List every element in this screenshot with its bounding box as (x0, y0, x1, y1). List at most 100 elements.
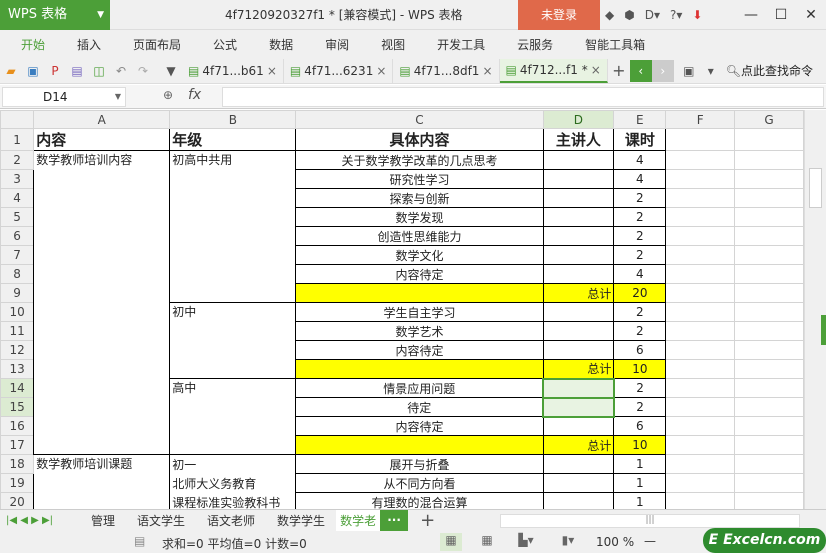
cell-G20[interactable] (734, 492, 804, 509)
cell-G16[interactable] (734, 416, 804, 436)
close-icon[interactable]: × (376, 64, 386, 78)
clipboard-icon[interactable]: ▤ (134, 534, 145, 548)
cell-C11[interactable]: 数学艺术 (295, 321, 544, 341)
merged-cell-B2[interactable]: 初高中共用 (169, 150, 297, 303)
row-header[interactable]: 11 (0, 321, 35, 341)
menu-tab-6[interactable]: 视图 (360, 36, 416, 53)
cell-D3[interactable] (542, 169, 615, 189)
sheet-tab[interactable]: 语文学生 (126, 510, 196, 532)
cell-C20[interactable]: 有理数的混合运算 (295, 492, 544, 509)
cell-D12[interactable] (542, 340, 615, 360)
cell-E6[interactable]: 2 (613, 226, 667, 246)
row-header[interactable]: 8 (0, 264, 35, 284)
sheet-nav-arrows[interactable]: |◀ ◀ ▶ ▶| (0, 515, 80, 526)
row-header[interactable]: 4 (0, 188, 35, 208)
cell-E4[interactable]: 2 (613, 188, 667, 208)
sheet-tab[interactable]: 数学老 (336, 509, 381, 532)
sheet-tab[interactable]: 语文老师 (196, 510, 266, 532)
cell-F7[interactable] (665, 245, 736, 265)
cell-D16[interactable] (542, 416, 615, 436)
row-header[interactable]: 17 (0, 435, 35, 455)
row-header[interactable]: 3 (0, 169, 35, 189)
horizontal-scrollbar[interactable]: ||| (500, 514, 800, 528)
cell-C8[interactable]: 内容待定 (295, 264, 544, 284)
row-header[interactable]: 12 (0, 340, 35, 360)
row-header[interactable]: 1 (0, 128, 35, 151)
cell-D6[interactable] (542, 226, 615, 246)
cell-F18[interactable] (665, 454, 736, 474)
settings-icon[interactable]: ⬢ (624, 8, 634, 22)
fx-icon[interactable]: fx (188, 87, 201, 103)
menu-tab-8[interactable]: 云服务 (496, 36, 564, 53)
redo-icon[interactable]: ↷ (132, 64, 154, 78)
row-header[interactable]: 2 (0, 150, 35, 170)
cell-F8[interactable] (665, 264, 736, 284)
menu-tab-5[interactable]: 审阅 (304, 36, 360, 53)
cell-E20[interactable]: 1 (613, 492, 667, 509)
cell[interactable] (734, 128, 804, 151)
cell-E17[interactable]: 10 (613, 435, 667, 455)
menu-tab-3[interactable]: 公式 (192, 36, 248, 53)
cell-C17[interactable] (295, 435, 544, 455)
cell-F2[interactable] (665, 150, 736, 170)
cell-E3[interactable]: 4 (613, 169, 667, 189)
cell-G14[interactable] (734, 378, 804, 398)
cell-G3[interactable] (734, 169, 804, 189)
header-cell-A[interactable]: 内容 (33, 128, 171, 151)
next-tab-button[interactable]: › (651, 59, 674, 82)
cell-G8[interactable] (734, 264, 804, 284)
column-header-D[interactable]: D (542, 110, 615, 129)
cell-C9[interactable] (295, 283, 544, 303)
row-header[interactable]: 15 (0, 397, 35, 417)
row-header[interactable]: 20 (0, 492, 35, 509)
normal-view-icon[interactable]: ▦ (440, 533, 462, 551)
more-sheets-button[interactable]: ··· (380, 509, 409, 532)
cell-E9[interactable]: 20 (613, 283, 667, 303)
cell-F20[interactable] (665, 492, 736, 509)
cell-E8[interactable]: 4 (613, 264, 667, 284)
cell-D2[interactable] (542, 150, 615, 170)
page-break-view-icon[interactable]: ▦ (476, 533, 498, 551)
cell-D9[interactable]: 总计 (542, 283, 615, 303)
document-tab[interactable]: ▤ 4f71...8df1 × (393, 58, 500, 83)
vertical-scrollbar[interactable] (804, 110, 826, 509)
cell-F10[interactable] (665, 302, 736, 322)
cell-F3[interactable] (665, 169, 736, 189)
close-button[interactable]: ✕ (796, 0, 826, 30)
cell-C10[interactable]: 学生自主学习 (295, 302, 544, 322)
cell-E14[interactable]: 2 (613, 378, 667, 398)
zoom-formula-icon[interactable]: ⊕ (163, 88, 173, 102)
cell-G11[interactable] (734, 321, 804, 341)
prev-tab-button[interactable]: ‹ (629, 59, 652, 82)
column-header-C[interactable]: C (295, 110, 544, 129)
column-header-B[interactable]: B (169, 110, 297, 129)
cell-F15[interactable] (665, 397, 736, 417)
cell-F13[interactable] (665, 359, 736, 379)
column-header-A[interactable]: A (33, 110, 171, 129)
new-tab-icon[interactable]: + (608, 61, 630, 80)
save-icon[interactable]: ▣ (22, 64, 44, 78)
cell-D13[interactable]: 总计 (542, 359, 615, 379)
cell-F6[interactable] (665, 226, 736, 246)
maximize-button[interactable]: ☐ (766, 0, 796, 30)
present-icon[interactable]: ▣ (678, 64, 700, 78)
header-cell-B[interactable]: 年级 (169, 128, 297, 151)
document-tab[interactable]: ▤ 4f71...b61 × (182, 58, 284, 83)
cell-C15[interactable]: 待定 (295, 397, 544, 417)
cell-F14[interactable] (665, 378, 736, 398)
header-cell-D[interactable]: 主讲人 (542, 128, 615, 151)
cell-B19[interactable]: 北师大义务教育 (169, 473, 297, 493)
cell-E15[interactable]: 2 (613, 397, 667, 417)
cell-D18[interactable] (542, 454, 615, 474)
cell-C19[interactable]: 从不同方向看 (295, 473, 544, 493)
cell-C6[interactable]: 创造性思维能力 (295, 226, 544, 246)
page-layout-icon[interactable]: ▙▾ (515, 533, 537, 551)
cell-E13[interactable]: 10 (613, 359, 667, 379)
merged-cell-B14[interactable]: 高中 (169, 378, 297, 455)
row-header[interactable]: 13 (0, 359, 35, 379)
cell-G9[interactable] (734, 283, 804, 303)
sheet-tab[interactable]: 管理 (80, 510, 126, 532)
flag-icon[interactable]: ▾ (700, 64, 722, 78)
row-header[interactable]: 14 (0, 378, 35, 398)
cell-G10[interactable] (734, 302, 804, 322)
